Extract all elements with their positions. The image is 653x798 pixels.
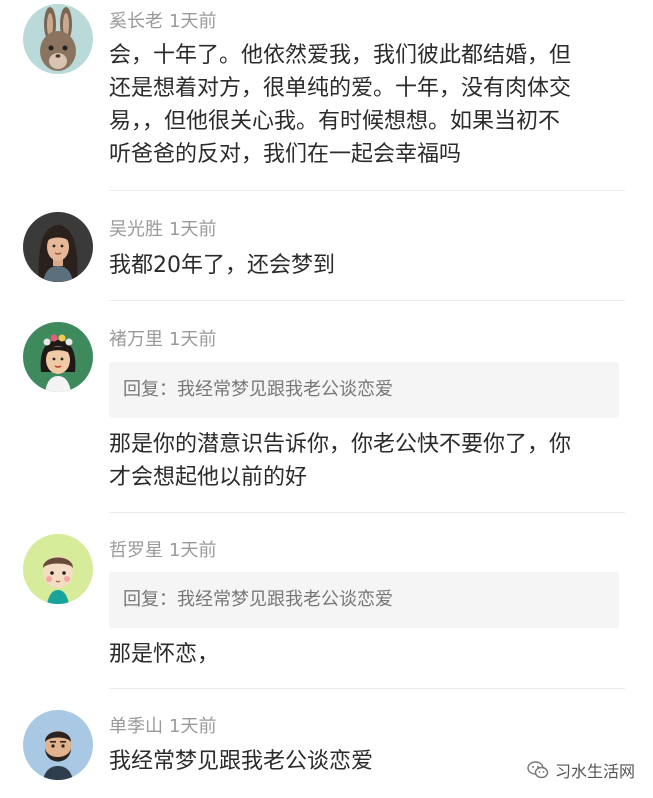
comment-meta: 褚万里 1天前	[109, 328, 216, 352]
reply-quote[interactable]: 回复：我经常梦见跟我老公谈恋爱	[109, 572, 619, 628]
username[interactable]: 哲罗星	[109, 540, 163, 561]
timestamp: 1天前	[169, 540, 217, 561]
comment-meta: 吴光胜 1天前	[109, 218, 216, 242]
divider	[109, 190, 625, 191]
woman-long-hair-avatar[interactable]	[23, 212, 93, 282]
reply-quote-text: 回复：我经常梦见跟我老公谈恋爱	[123, 589, 393, 610]
watermark-text: 习水生活网	[555, 762, 636, 781]
reply-quote[interactable]: 回复：我经常梦见跟我老公谈恋爱	[109, 362, 619, 418]
comment-meta: 单季山 1天前	[109, 715, 216, 739]
timestamp: 1天前	[169, 329, 217, 350]
wechat-icon	[527, 761, 549, 779]
username[interactable]: 奚长老	[109, 11, 163, 32]
divider	[109, 300, 625, 301]
comment-meta: 哲罗星 1天前	[109, 539, 216, 563]
timestamp: 1天前	[169, 219, 217, 240]
flower-crown-woman-avatar[interactable]	[23, 322, 93, 392]
comment-text: 我都20年了，还会梦到	[109, 253, 335, 278]
divider	[109, 688, 625, 689]
username[interactable]: 褚万里	[109, 329, 163, 350]
timestamp: 1天前	[169, 11, 217, 32]
bearded-man-avatar[interactable]	[23, 710, 93, 780]
reply-quote-text: 回复：我经常梦见跟我老公谈恋爱	[123, 379, 393, 400]
watermark: 习水生活网	[527, 759, 635, 781]
timestamp: 1天前	[169, 716, 217, 737]
baby-avatar[interactable]	[23, 534, 93, 604]
comment-text: 那是怀恋，	[109, 642, 220, 667]
divider	[109, 512, 625, 513]
comment-meta: 奚长老 1天前	[109, 10, 216, 34]
rabbit-avatar[interactable]	[23, 4, 93, 74]
username[interactable]: 吴光胜	[109, 219, 163, 240]
comment-text: 会，十年了。他依然爱我，我们彼此都结婚，但 还是想着对方，很单纯的爱。十年，没有…	[109, 43, 572, 167]
username[interactable]: 单季山	[109, 716, 163, 737]
comment-text: 那是你的潜意识告诉你，你老公快不要你了，你 才会想起他以前的好	[109, 432, 572, 490]
